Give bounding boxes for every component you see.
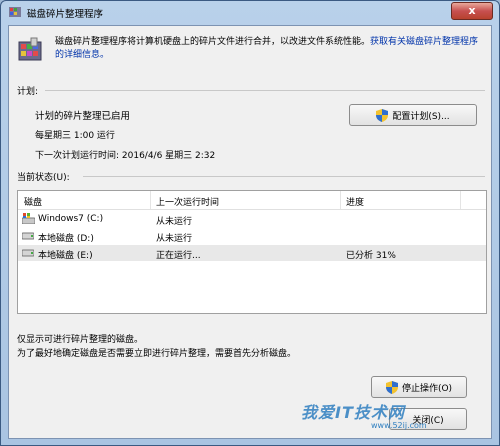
configure-schedule-label: 配置计划(S)... — [392, 111, 450, 122]
current-status-label: 当前状态(U): — [17, 173, 70, 183]
disk-row-d[interactable]: 本地磁盘 (D:) 从未运行 — [18, 228, 486, 244]
hard-drive-icon — [22, 249, 34, 257]
defrag-window: 磁盘碎片整理程序 x 磁盘碎片整理程序将计算机硬盘上的碎片文件进行合并，以改进文… — [0, 0, 500, 446]
disk-last-run: 正在运行... — [156, 251, 201, 261]
title-bar[interactable]: 磁盘碎片整理程序 x — [1, 1, 499, 25]
schedule-status: 计划的碎片整理已启用 — [35, 111, 131, 122]
column-separator[interactable] — [460, 191, 461, 209]
column-last-run[interactable]: 上一次运行时间 — [156, 195, 219, 208]
configure-schedule-button[interactable]: 配置计划(S)... — [349, 104, 477, 126]
disk-row-e[interactable]: 本地磁盘 (E:) 正在运行... 已分析 31% — [18, 245, 486, 261]
defrag-app-icon — [9, 7, 21, 17]
column-disk[interactable]: 磁盘 — [24, 195, 42, 208]
description: 磁盘碎片整理程序将计算机硬盘上的碎片文件进行合并，以改进文件系统性能。 — [55, 37, 371, 47]
schedule-label: 计划: — [17, 87, 39, 97]
column-separator[interactable] — [340, 191, 341, 209]
disk-name: 本地磁盘 (E:) — [38, 251, 93, 261]
schedule-next-run: 下一次计划运行时间: 2016/4/6 星期三 2:32 — [35, 151, 216, 161]
schedule-frequency: 每星期三 1:00 运行 — [35, 131, 115, 141]
defrag-header-icon — [18, 37, 42, 61]
disk-progress: 已分析 31% — [346, 251, 396, 261]
disk-list[interactable]: 磁盘 上一次运行时间 进度 Windows7 (C:) 从未运行 本地磁盘 (D… — [17, 190, 487, 314]
status-divider — [83, 176, 485, 177]
schedule-divider — [45, 90, 485, 91]
windows-drive-icon — [22, 213, 35, 224]
watermark-url: www.52ij.com — [371, 421, 427, 430]
disk-list-header: 磁盘 上一次运行时间 进度 — [18, 191, 486, 210]
hard-drive-icon — [22, 232, 34, 240]
shield-icon — [376, 108, 389, 122]
stop-operation-label: 停止操作(O) — [401, 383, 453, 394]
disk-last-run: 从未运行 — [156, 234, 193, 244]
close-icon: x — [468, 4, 476, 17]
description-text: 磁盘碎片整理程序将计算机硬盘上的碎片文件进行合并，以改进文件系统性能。获取有关磁… — [55, 36, 485, 62]
disk-name: 本地磁盘 (D:) — [38, 234, 94, 244]
disk-row-c[interactable]: Windows7 (C:) 从未运行 — [18, 211, 486, 227]
stop-operation-button[interactable]: 停止操作(O) — [371, 376, 467, 398]
column-separator[interactable] — [150, 191, 151, 209]
footer-note-2: 为了最好地确定磁盘是否需要立即进行碎片整理，需要首先分析磁盘。 — [17, 349, 297, 359]
window-title: 磁盘碎片整理程序 — [27, 9, 104, 20]
window-client-area: 磁盘碎片整理程序将计算机硬盘上的碎片文件进行合并，以改进文件系统性能。获取有关磁… — [8, 25, 492, 439]
watermark-text: 我爱IT技术网 — [301, 403, 405, 422]
disk-name: Windows7 (C:) — [38, 214, 104, 224]
disk-last-run: 从未运行 — [156, 217, 193, 227]
footer-note-1: 仅显示可进行碎片整理的磁盘。 — [17, 335, 144, 345]
shield-icon — [385, 380, 398, 394]
column-progress[interactable]: 进度 — [346, 195, 364, 208]
window-close-button[interactable]: x — [451, 2, 493, 20]
